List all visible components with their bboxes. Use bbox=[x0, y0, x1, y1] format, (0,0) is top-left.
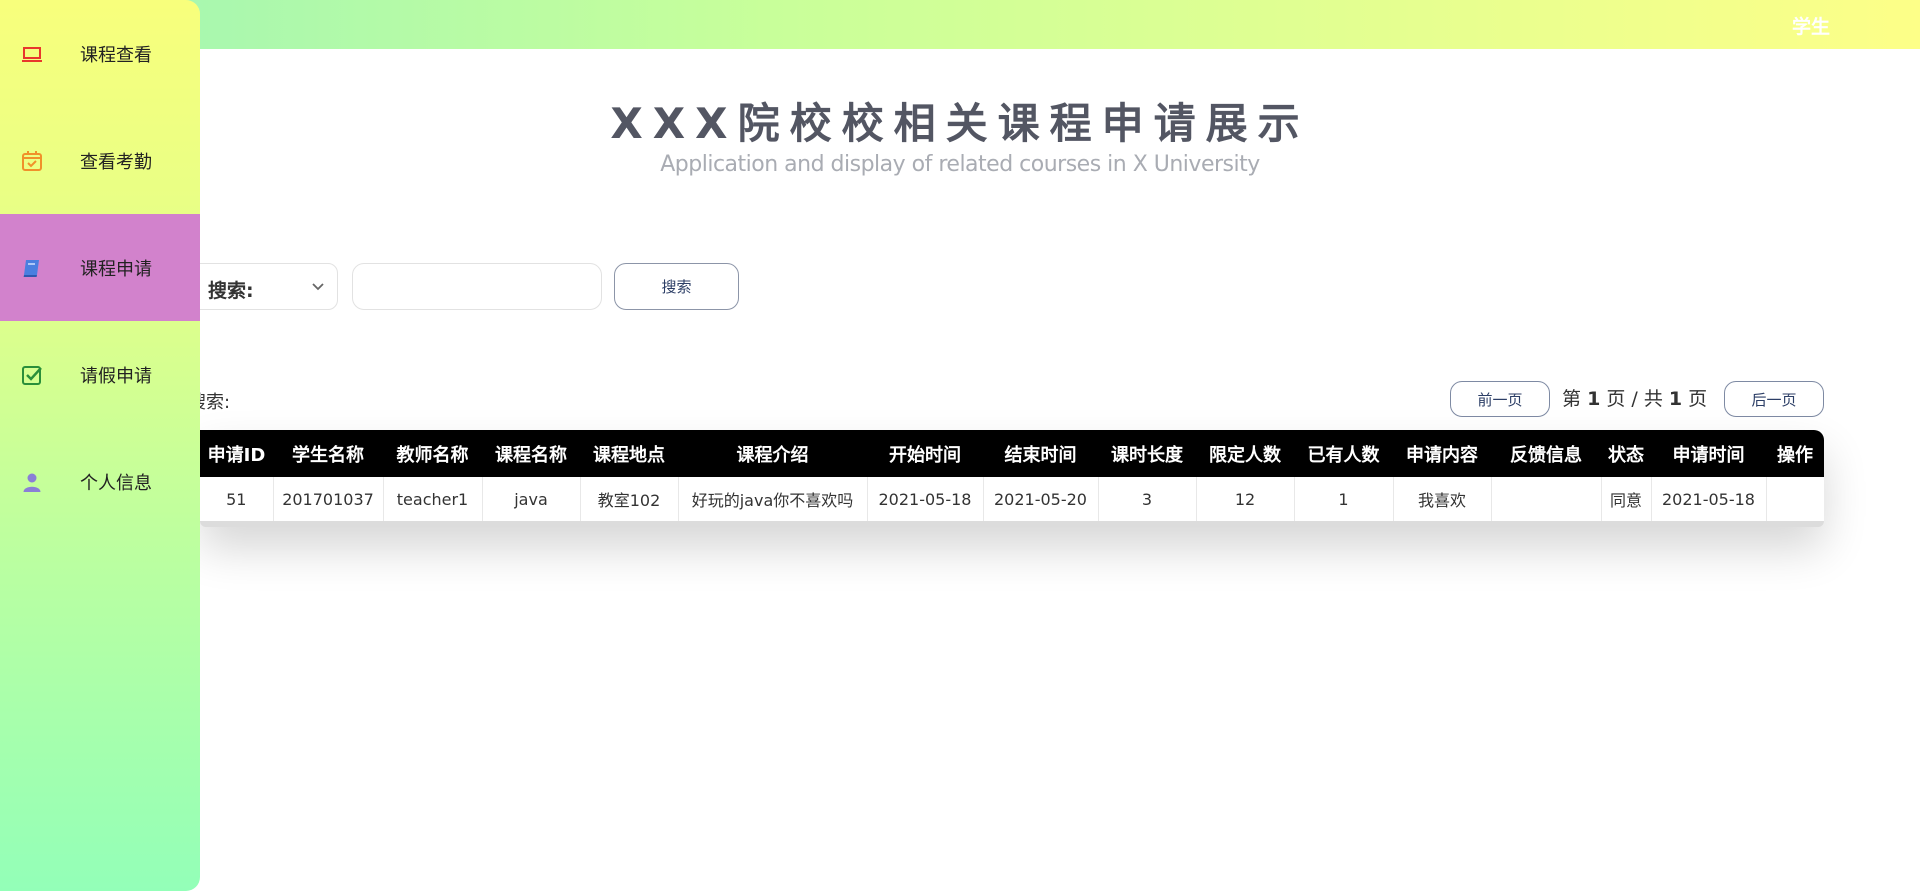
column-header: 限定人数 bbox=[1209, 444, 1281, 466]
applications-table: 申请ID 学生名称 教师名称 课程名称 课程地点 课程介绍 开始时间 结束时间 … bbox=[200, 430, 1824, 527]
column-header: 课程介绍 bbox=[736, 444, 809, 466]
table-footer-bar bbox=[200, 521, 1824, 527]
table-cell: 2021-05-18 bbox=[1651, 477, 1767, 521]
table-cell: java bbox=[482, 477, 581, 521]
table-cell: 51 bbox=[200, 477, 274, 521]
sidebar-item-course-apply[interactable]: 课程申请 bbox=[0, 214, 200, 321]
column-header: 申请ID bbox=[207, 444, 266, 466]
sidebar-item-label: 请假申请 bbox=[80, 366, 152, 387]
column-header: 反馈信息 bbox=[1510, 444, 1582, 466]
prev-page-button[interactable]: 前一页 bbox=[1450, 381, 1550, 417]
user-role: 学生 bbox=[1791, 16, 1830, 38]
checkbox-icon bbox=[20, 363, 44, 387]
table-cell: 2021-05-18 bbox=[867, 477, 984, 521]
column-header: 课程名称 bbox=[495, 444, 567, 466]
user-icon bbox=[20, 470, 44, 494]
page-title: XXX院校校相关课程申请展示 bbox=[610, 99, 1310, 148]
sidebar-item-label: 个人信息 bbox=[80, 473, 152, 494]
sidebar: 课程查看 查看考勤 课程申请 请假申请 个人信息 bbox=[0, 0, 200, 891]
sidebar-item-course-view[interactable]: 课程查看 bbox=[0, 0, 200, 107]
table-cell bbox=[1491, 477, 1602, 521]
page-subtitle: Application and display of related cours… bbox=[660, 152, 1260, 177]
sidebar-item-label: 课程申请 bbox=[80, 259, 152, 280]
table-cell: 1 bbox=[1294, 477, 1394, 521]
page-indicator: 第 1 页 / 共 1 页 bbox=[1562, 388, 1708, 410]
table-cell: 12 bbox=[1196, 477, 1295, 521]
column-header: 学生名称 bbox=[292, 444, 364, 466]
calendar-check-icon bbox=[20, 149, 44, 173]
sidebar-item-label: 查看考勤 bbox=[80, 152, 152, 173]
column-header: 开始时间 bbox=[889, 444, 961, 466]
column-header: 申请时间 bbox=[1672, 444, 1745, 466]
table-cell: 2021-05-20 bbox=[983, 477, 1099, 521]
table-cell-actions[interactable] bbox=[1766, 477, 1824, 521]
column-header: 状态 bbox=[1608, 444, 1644, 466]
table-cell: 3 bbox=[1098, 477, 1197, 521]
table-cell: 同意 bbox=[1601, 477, 1652, 521]
column-header: 结束时间 bbox=[1004, 444, 1077, 466]
table-cell: 201701037 bbox=[273, 477, 384, 521]
table-cell: teacher1 bbox=[383, 477, 483, 521]
table-cell: 教室102 bbox=[580, 477, 679, 521]
laptop-icon bbox=[20, 42, 44, 66]
book-icon bbox=[20, 256, 44, 280]
top-bar: 学生 bbox=[0, 0, 1920, 49]
sidebar-item-leave-apply[interactable]: 请假申请 bbox=[0, 321, 200, 428]
column-header: 课程地点 bbox=[593, 444, 665, 466]
sidebar-item-label: 课程查看 bbox=[80, 45, 152, 66]
search-input[interactable] bbox=[352, 263, 602, 310]
chevron-down-icon bbox=[311, 279, 325, 298]
table-cell: 好玩的java你不喜欢吗 bbox=[678, 477, 868, 521]
search-button[interactable]: 搜索 bbox=[614, 263, 739, 310]
table-cell: 我喜欢 bbox=[1393, 477, 1492, 521]
column-header: 教师名称 bbox=[396, 444, 469, 466]
column-header: 已有人数 bbox=[1307, 444, 1380, 466]
search-select-label: 搜索: bbox=[208, 280, 254, 302]
column-header: 操作 bbox=[1777, 444, 1813, 466]
table-header-row: 申请ID 学生名称 教师名称 课程名称 课程地点 课程介绍 开始时间 结束时间 … bbox=[200, 430, 1824, 477]
sidebar-item-attendance[interactable]: 查看考勤 bbox=[0, 107, 200, 214]
table-row: 51 201701037 teacher1 java 教室102 好玩的java… bbox=[200, 477, 1824, 521]
column-header: 课时长度 bbox=[1111, 444, 1183, 466]
column-header: 申请内容 bbox=[1406, 444, 1478, 466]
sidebar-item-profile[interactable]: 个人信息 bbox=[0, 428, 200, 535]
next-page-button[interactable]: 后一页 bbox=[1724, 381, 1824, 417]
